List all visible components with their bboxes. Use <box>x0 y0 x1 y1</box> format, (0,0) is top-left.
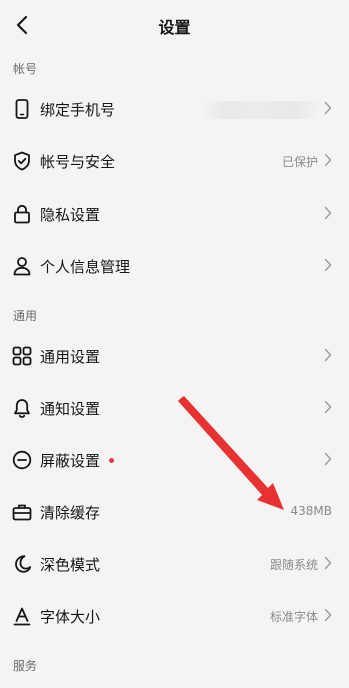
settings-row-security[interactable]: 帐号与安全 已保护 <box>0 135 349 187</box>
section-label-general: 通用 <box>13 309 38 323</box>
settings-row-general[interactable]: 通用设置 <box>0 330 349 382</box>
settings-row-label: 清除缓存 <box>40 504 101 522</box>
top-bar: 设置 <box>0 0 349 50</box>
settings-row-block[interactable]: 屏蔽设置 <box>0 434 349 486</box>
settings-row-label: 字体大小 <box>40 608 101 626</box>
settings-row-label: 隐私设置 <box>40 206 101 224</box>
security-status-value: 已保护 <box>281 155 318 169</box>
shield-check-icon <box>9 148 35 174</box>
settings-row-phone[interactable]: 绑定手机号 <box>0 83 349 135</box>
smartphone-icon <box>9 96 35 122</box>
toolbox-icon <box>9 499 35 525</box>
chevron-right-icon <box>324 153 332 167</box>
chevron-right-icon <box>324 400 332 414</box>
chevron-right-icon <box>324 101 332 115</box>
section-label-account: 帐号 <box>13 62 38 76</box>
chevron-right-icon <box>324 206 332 220</box>
settings-row-label: 个人信息管理 <box>40 258 131 276</box>
settings-row-label: 帐号与安全 <box>40 153 116 171</box>
redacted-phone-number <box>200 101 318 119</box>
settings-row-label: 通用设置 <box>40 348 101 366</box>
chevron-right-icon <box>324 452 332 466</box>
section-label-services: 服务 <box>13 659 38 673</box>
font-a-icon <box>9 603 35 629</box>
settings-row-label: 屏蔽设置 <box>40 452 101 470</box>
settings-row-label: 深色模式 <box>40 556 101 574</box>
lock-icon <box>9 201 35 227</box>
font-size-value: 标准字体 <box>269 610 318 624</box>
grid-icon <box>9 343 35 369</box>
chevron-right-icon <box>324 258 332 272</box>
user-icon <box>9 253 35 279</box>
settings-row-clear-cache[interactable]: 清除缓存 438MB <box>0 486 349 538</box>
settings-row-label: 通知设置 <box>40 400 101 418</box>
settings-row-dark-mode[interactable]: 深色模式 跟随系统 <box>0 538 349 590</box>
minus-circle-icon <box>9 447 35 473</box>
dark-mode-value: 跟随系统 <box>269 558 318 572</box>
settings-row-notifications[interactable]: 通知设置 <box>0 382 349 434</box>
settings-row-privacy[interactable]: 隐私设置 <box>0 188 349 240</box>
cache-size-value: 438MB <box>290 504 333 518</box>
settings-row-label: 绑定手机号 <box>40 101 116 119</box>
bell-icon <box>9 395 35 421</box>
notification-dot <box>109 458 114 463</box>
settings-row-font-size[interactable]: 字体大小 标准字体 <box>0 590 349 642</box>
page-title: 设置 <box>158 18 191 37</box>
settings-row-personal-info[interactable]: 个人信息管理 <box>0 240 349 292</box>
moon-icon <box>9 551 35 577</box>
chevron-right-icon <box>324 556 332 570</box>
chevron-right-icon <box>324 348 332 362</box>
chevron-right-icon <box>324 608 332 622</box>
